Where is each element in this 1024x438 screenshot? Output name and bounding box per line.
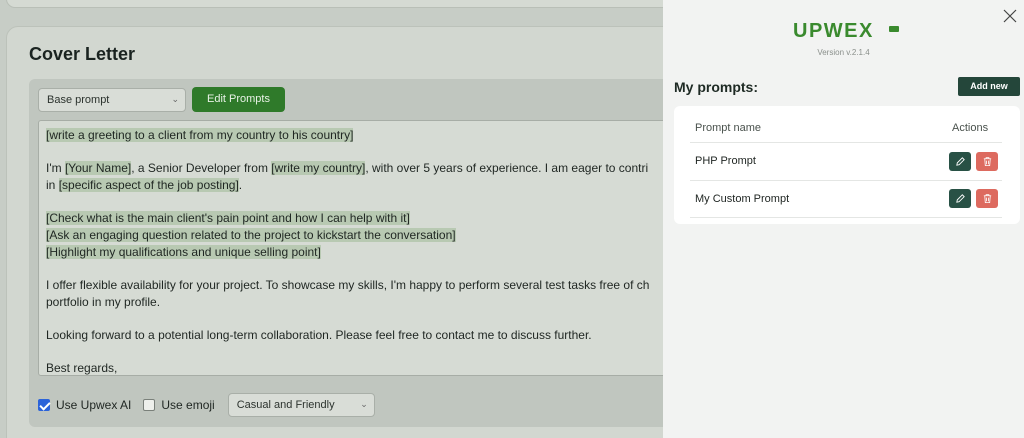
paragraph: I'm [Your Name], a Senior Developer from… [46,160,670,194]
paragraph: Looking forward to a potential long-term… [46,327,670,344]
use-ai-checkbox[interactable] [38,399,50,411]
base-prompt-select[interactable]: Base prompt ⌄ [38,88,186,112]
text: portfolio in my profile. [46,295,161,309]
trash-icon [983,194,991,204]
text: Best regards, [46,361,118,375]
pencil-icon [955,157,965,166]
text: , a Senior Developer from [131,161,272,175]
delete-prompt-button[interactable] [976,189,998,208]
divider [690,180,1002,181]
cover-letter-textarea[interactable]: [write a greeting to a client from my co… [38,120,678,376]
version-text: Version v.2.1.4 [817,48,870,57]
panel-title: My prompts: [674,79,758,95]
paragraph: [Check what is the main client's pain po… [46,210,670,261]
base-prompt-select-value: Base prompt [47,94,110,106]
divider [690,217,1002,218]
options-row: Use Upwex AI Use emoji Casual and Friend… [38,393,375,417]
delete-prompt-button[interactable] [976,152,998,171]
text: . [238,178,243,192]
tone-select-value: Casual and Friendly [236,399,335,411]
background-page: Cover Letter Base prompt ⌄ Edit Prompts … [0,0,726,438]
text: Looking forward to a potential long-term… [46,328,592,342]
paragraph: [write a greeting to a client from my co… [46,127,670,144]
placeholder-text: [Your Name] [64,161,132,175]
trash-icon [983,157,991,167]
divider [690,142,1002,143]
column-header-actions: Actions [952,122,989,134]
placeholder-text: [Check what is the main client's pain po… [46,211,410,225]
add-new-button[interactable]: Add new [958,77,1020,96]
placeholder-text: [Ask an engaging question related to the… [46,228,456,242]
text: , with over 5 years of experience. I am … [365,161,649,175]
prompt-row-name: My Custom Prompt [695,193,790,205]
prompt-row-name: PHP Prompt [695,155,756,167]
placeholder-text: [specific aspect of the job posting] [58,178,239,192]
paragraph: I offer flexible availability for your p… [46,277,670,311]
text: I'm [46,161,65,175]
logo-text: UPWEX [793,20,874,42]
placeholder-text: [Highlight my qualifications and unique … [46,245,321,259]
edit-prompts-button[interactable]: Edit Prompts [192,87,285,112]
use-emoji-checkbox[interactable] [143,399,156,411]
use-emoji-label: Use emoji [161,398,215,412]
chevron-down-icon: ⌄ [171,94,179,104]
paragraph: Best regards, [46,360,670,375]
column-header-name: Prompt name [695,122,762,134]
chevron-down-icon: ⌄ [360,399,368,409]
placeholder-text: [write a greeting to a client from my co… [46,128,354,142]
edit-prompt-button[interactable] [949,152,971,171]
upwex-logo: UPWEX [793,20,899,42]
tone-select[interactable]: Casual and Friendly ⌄ [227,393,375,417]
edit-prompt-button[interactable] [949,189,971,208]
placeholder-text: [write my country] [271,161,366,175]
text: I offer flexible availability for your p… [46,278,650,292]
pencil-icon [955,194,965,203]
cover-letter-title: Cover Letter [29,44,136,64]
text: in [46,178,59,192]
close-icon[interactable] [1002,8,1018,24]
use-ai-label: Use Upwex AI [56,398,132,412]
previous-card [6,0,706,8]
